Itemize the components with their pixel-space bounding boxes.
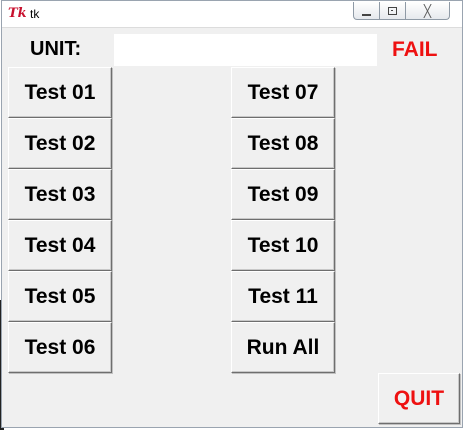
unit-input[interactable] — [114, 34, 377, 66]
test-09-button[interactable]: Test 09 — [231, 169, 335, 220]
minimize-button[interactable] — [353, 2, 380, 20]
test-11-button[interactable]: Test 11 — [231, 271, 335, 322]
test-06-button[interactable]: Test 06 — [8, 322, 112, 373]
title-bar[interactable]: Tk tk ╳ — [2, 1, 462, 28]
test-01-button[interactable]: Test 01 — [8, 67, 112, 118]
window-title: tk — [30, 7, 40, 21]
app-window: Tk tk ╳ UNIT: FAIL Test 01 Test 02 Test … — [1, 0, 463, 428]
tk-feather-icon: Tk — [8, 6, 27, 21]
test-04-button[interactable]: Test 04 — [8, 220, 112, 271]
test-02-button[interactable]: Test 02 — [8, 118, 112, 169]
maximize-icon — [388, 6, 397, 15]
test-07-button[interactable]: Test 07 — [231, 67, 335, 118]
close-button[interactable]: ╳ — [406, 2, 450, 20]
minimize-icon — [362, 13, 371, 16]
run-all-button[interactable]: Run All — [231, 322, 335, 373]
test-03-button[interactable]: Test 03 — [8, 169, 112, 220]
maximize-button[interactable] — [380, 2, 406, 20]
test-10-button[interactable]: Test 10 — [231, 220, 335, 271]
test-08-button[interactable]: Test 08 — [231, 118, 335, 169]
quit-button[interactable]: QUIT — [378, 373, 460, 424]
test-05-button[interactable]: Test 05 — [8, 271, 112, 322]
status-text: FAIL — [392, 38, 438, 61]
close-icon: ╳ — [423, 3, 432, 18]
unit-label: UNIT: — [30, 38, 82, 60]
